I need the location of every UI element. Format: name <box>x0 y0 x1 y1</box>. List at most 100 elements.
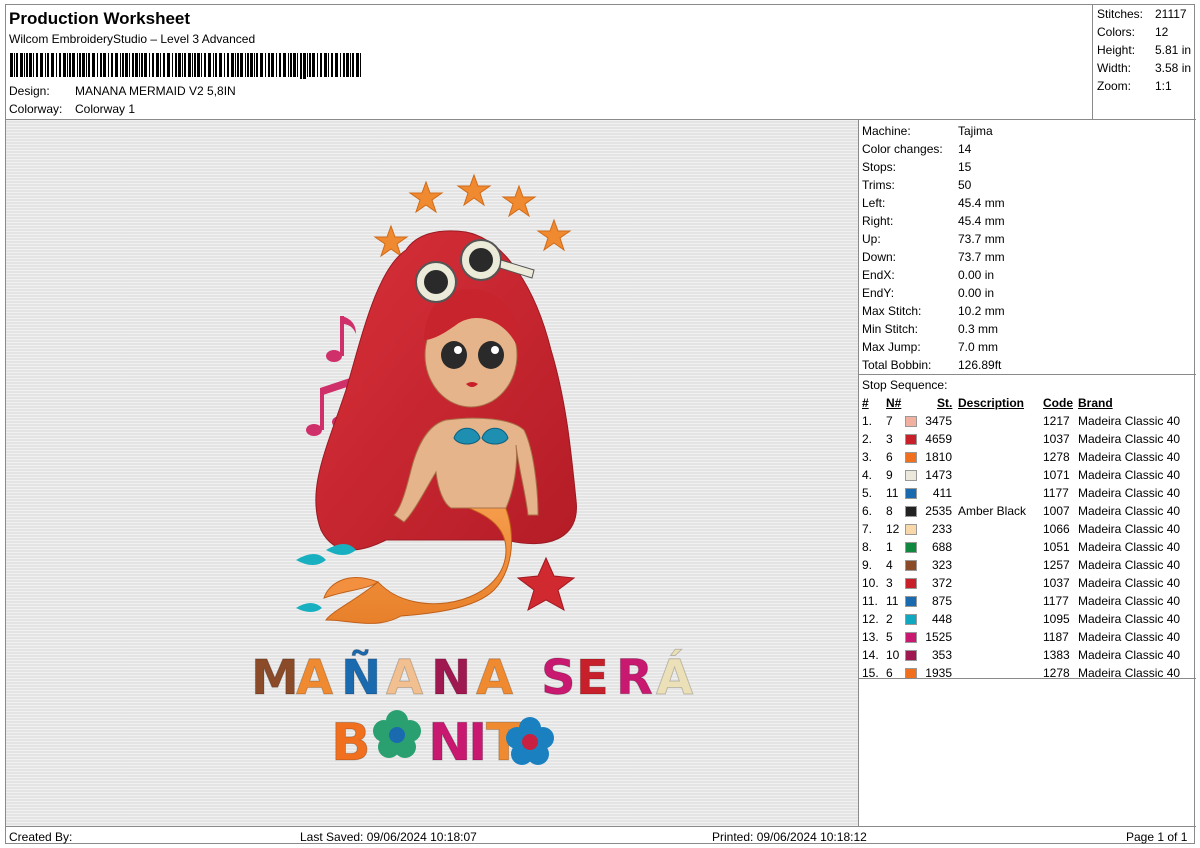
color-swatch <box>905 650 917 661</box>
barcode-bar <box>182 53 183 77</box>
barcode-bar <box>320 53 322 77</box>
flower-icon <box>373 710 421 758</box>
stop-index: 7. <box>862 522 873 536</box>
thread-brand: Madeira Classic 40 <box>1078 576 1181 590</box>
color-swatch <box>905 578 917 589</box>
machine-info-value: 126.89ft <box>958 358 1002 372</box>
barcode-bar <box>346 53 349 77</box>
color-swatch <box>905 506 917 517</box>
summary-box: Stitches: 21117 Colors: 12 Height: 5.81 in … <box>1092 5 1196 119</box>
barcode-bar <box>245 53 246 77</box>
barcode-bar <box>340 53 341 77</box>
colorway-name: Colorway 1 <box>75 102 136 116</box>
barcode-bar <box>197 53 200 77</box>
stop-index: 4. <box>862 468 873 482</box>
needle-number: 11 <box>886 486 899 500</box>
color-swatch <box>905 434 917 445</box>
thread-code: 1217 <box>1043 414 1070 428</box>
last-saved: Last Saved: 09/06/2024 10:18:07 <box>300 830 477 844</box>
barcode-bar <box>194 53 196 77</box>
machine-info-label: Down: <box>862 250 897 264</box>
machine-info-value: 0.3 mm <box>958 322 999 336</box>
stitch-count: 372 <box>931 576 952 590</box>
color-swatch <box>905 560 917 571</box>
stitches-label: Stitches: <box>1097 7 1144 21</box>
barcode-bar <box>115 53 118 77</box>
barcode-bar <box>111 53 113 77</box>
divider <box>859 678 1196 679</box>
needle-number: 4 <box>886 558 893 572</box>
thread-code: 1383 <box>1043 648 1070 662</box>
star-icon <box>536 218 572 252</box>
thread-code: 1177 <box>1043 486 1069 500</box>
design-preview: MAÑANASERÁ BNIT <box>6 119 859 826</box>
barcode-bar <box>240 53 243 77</box>
color-swatch <box>905 470 917 481</box>
barcode-bar <box>297 53 298 77</box>
machine-info-value: 45.4 mm <box>958 196 1005 210</box>
color-swatch <box>905 614 917 625</box>
machine-info-label: Up: <box>862 232 881 246</box>
height-label: Height: <box>1097 43 1136 57</box>
machine-info-label: EndY: <box>862 286 895 300</box>
width-value: 3.58 in <box>1155 61 1192 75</box>
barcode <box>10 53 361 79</box>
barcode-bar <box>16 53 18 77</box>
barcode-bar <box>360 53 361 77</box>
col-description-header: Description <box>958 396 1025 410</box>
colors-value: 12 <box>1155 25 1169 39</box>
machine-info-label: Machine: <box>862 124 911 138</box>
slogan-letter: N <box>431 650 471 706</box>
star-icon <box>373 224 409 258</box>
width-label: Width: <box>1097 61 1132 75</box>
slogan-letter: I <box>468 713 487 773</box>
thread-brand: Madeira Classic 40 <box>1078 540 1181 554</box>
barcode-bar <box>260 53 263 77</box>
barcode-bar <box>288 53 289 77</box>
machine-info-value: 10.2 mm <box>958 304 1005 318</box>
needle-number: 11 <box>886 594 899 608</box>
machine-info-value: 45.4 mm <box>958 214 1005 228</box>
barcode-bar <box>317 53 318 77</box>
barcode-bar <box>265 53 266 77</box>
stitch-count: 411 <box>932 486 952 500</box>
barcode-bar <box>122 53 124 77</box>
barcode-bar <box>63 53 66 77</box>
thread-description: Amber Black <box>958 504 1027 518</box>
machine-info-label: Stops: <box>862 160 897 174</box>
slogan-letter: Ñ <box>341 649 381 706</box>
machine-info-label: Trims: <box>862 178 895 192</box>
barcode-bar <box>175 53 177 77</box>
thread-code: 1095 <box>1043 612 1070 626</box>
barcode-bar <box>77 53 78 77</box>
stitch-count: 4659 <box>925 432 952 446</box>
thread-brand: Madeira Classic 40 <box>1078 486 1181 500</box>
barcode-bar <box>92 53 95 77</box>
barcode-bar <box>45 53 46 77</box>
needle-number: 3 <box>886 576 893 590</box>
thread-code: 1257 <box>1043 558 1070 572</box>
barcode-bar <box>276 53 277 77</box>
thread-brand: Madeira Classic 40 <box>1078 432 1181 446</box>
thread-code: 1037 <box>1043 576 1070 590</box>
stitch-count: 233 <box>931 522 952 536</box>
barcode-bar <box>343 53 345 77</box>
barcode-bar <box>72 53 75 77</box>
color-swatch <box>905 596 917 607</box>
thread-code: 1278 <box>1043 450 1070 464</box>
machine-info-label: Max Stitch: <box>862 304 922 318</box>
barcode-bar <box>79 53 81 77</box>
stop-index: 10. <box>862 576 879 590</box>
thread-code: 1007 <box>1043 504 1070 518</box>
divider <box>859 374 1196 375</box>
table-row: 5. 11 411 1177 Madeira Classic 40 <box>859 484 1196 502</box>
stop-index: 3. <box>862 450 873 464</box>
stitch-count: 2535 <box>925 504 952 518</box>
table-row: 15. 6 1935 1278 Madeira Classic 40 <box>859 664 1196 682</box>
barcode-bar <box>356 53 359 77</box>
barcode-bar <box>132 53 134 77</box>
barcode-bar <box>300 53 302 79</box>
stop-index: 1. <box>862 414 873 428</box>
stitch-count: 1473 <box>925 468 952 482</box>
barcode-bar <box>312 53 315 77</box>
